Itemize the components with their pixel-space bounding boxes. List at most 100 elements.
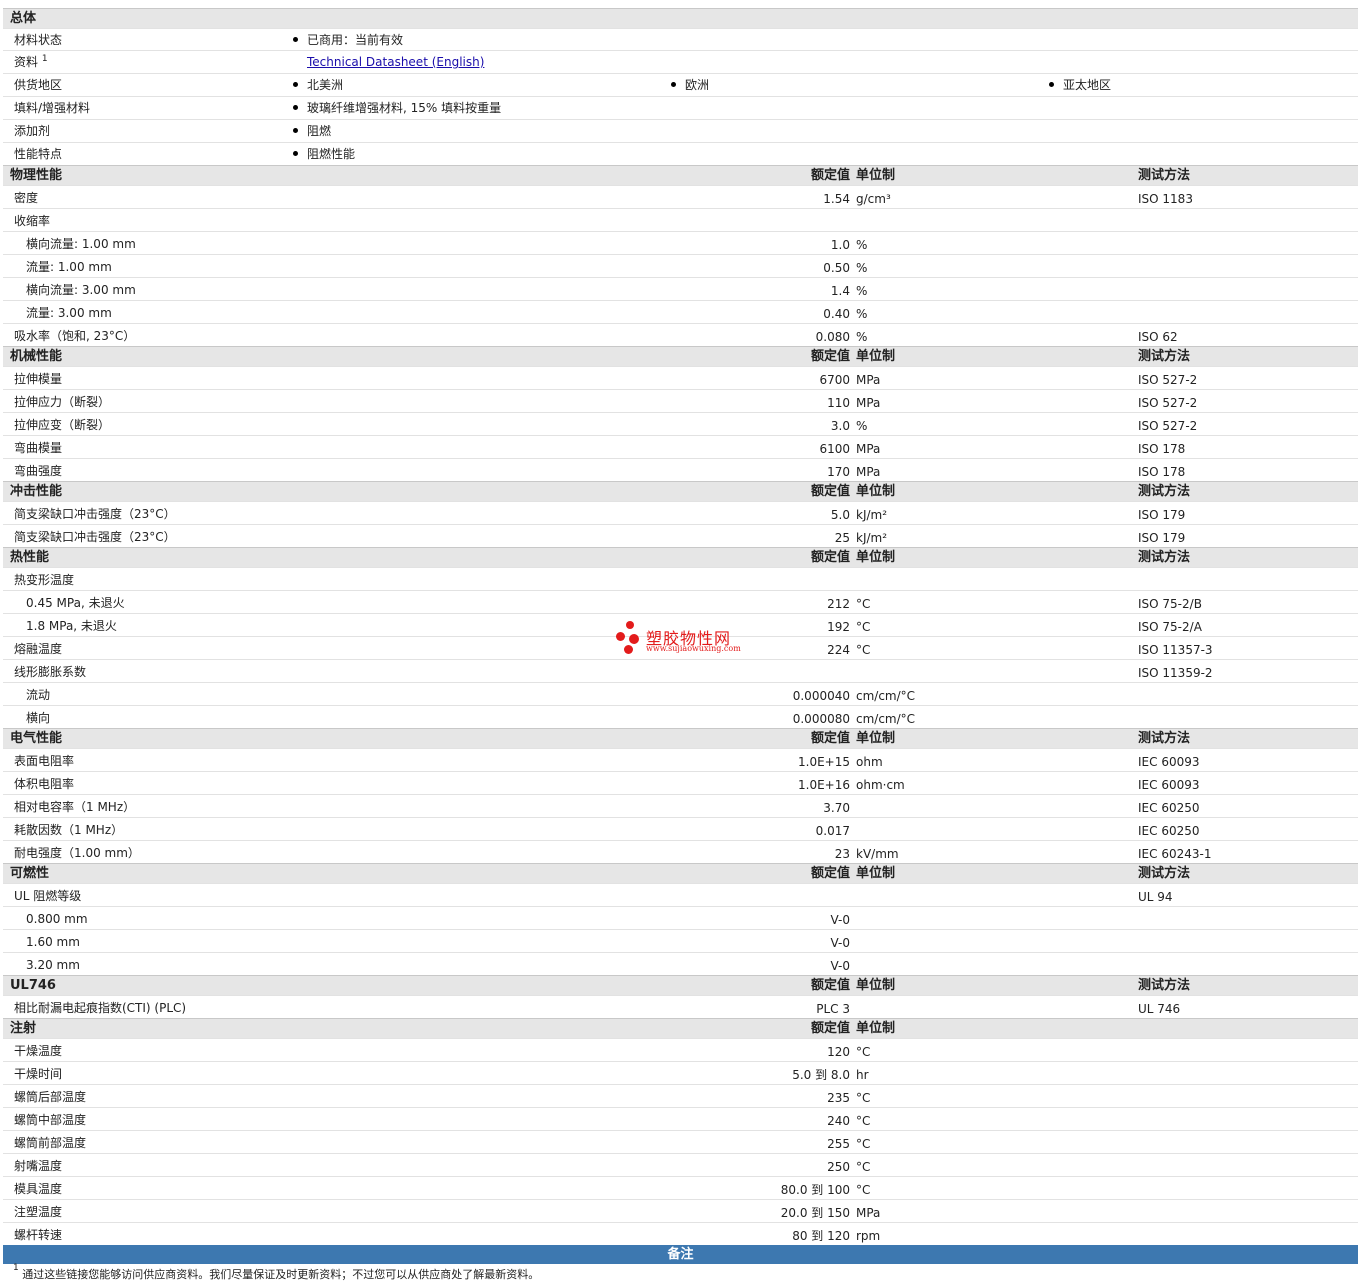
column-header-nominal: 额定值 bbox=[810, 168, 850, 183]
physical-row: 流量: 3.00 mm 0.40% bbox=[3, 300, 1358, 323]
section-title: 物理性能 bbox=[10, 168, 63, 183]
thermal-row: 流动 0.000040 cm/cm/°C bbox=[3, 682, 1358, 705]
physical-row: 横向流量: 1.00 mm 1.0% bbox=[3, 231, 1358, 254]
property-label: 射嘴温度 bbox=[14, 1159, 63, 1173]
section-header-ul746: UL746 额定值 单位制 测试方法 bbox=[3, 975, 1358, 995]
general-row: 填料/增强材料 玻璃纤维增强材料, 15% 填料按重量 bbox=[3, 96, 1358, 119]
footnote-text: 通过这些链接您能够访问供应商资料。我们尽量保证及时更新资料；不过您可以从供应商处… bbox=[22, 1268, 540, 1281]
section-title: 可燃性 bbox=[10, 866, 50, 881]
column-header-method: 测试方法 bbox=[1138, 550, 1191, 565]
property-label: 干燥时间 bbox=[14, 1067, 63, 1081]
electrical-row: 耐电强度（1.00 mm） 23 kV/mm IEC 60243-1 bbox=[3, 840, 1358, 863]
impact-row: 简支梁缺口冲击强度（23°C） 25 kJ/m² ISO 179 bbox=[3, 524, 1358, 547]
mechanical-row: 弯曲模量 6100 MPa ISO 178 bbox=[3, 435, 1358, 458]
column-header-unit: 单位制 bbox=[856, 349, 896, 364]
property-label: 弯曲模量 bbox=[14, 441, 63, 455]
section-header-injection: 注射 额定值 单位制 bbox=[3, 1018, 1358, 1038]
section-title: 总体 bbox=[10, 11, 37, 26]
property-label: 3.20 mm bbox=[26, 958, 80, 972]
section-title: 热性能 bbox=[10, 550, 50, 565]
column-header-method: 测试方法 bbox=[1138, 168, 1191, 183]
watermark-logo: 塑胶物性网 www.sujiaowuxing.com bbox=[616, 621, 756, 661]
property-label: 干燥温度 bbox=[14, 1044, 63, 1058]
watermark-url: www.sujiaowuxing.com bbox=[646, 644, 741, 653]
property-label: 密度 bbox=[14, 191, 39, 205]
thermal-row: 横向 0.000080 cm/cm/°C bbox=[3, 705, 1358, 728]
general-row: 材料状态 已商用：当前有效 bbox=[3, 28, 1358, 50]
physical-row: 横向流量: 3.00 mm 1.4% bbox=[3, 277, 1358, 300]
property-label: 简支梁缺口冲击强度（23°C） bbox=[14, 507, 176, 521]
injection-row: 螺筒中部温度 240 °C bbox=[3, 1107, 1358, 1130]
section-header-general: 总体 bbox=[3, 8, 1358, 28]
section-header-mechanical: 机械性能 额定值 单位制 测试方法 bbox=[3, 346, 1358, 366]
column-header-nominal: 额定值 bbox=[810, 866, 850, 881]
section-header-flammability: 可燃性 额定值 单位制 测试方法 bbox=[3, 863, 1358, 883]
bullet-text: 阻燃性能 bbox=[307, 147, 356, 161]
injection-row: 干燥时间 5.0 到 8.0 hr bbox=[3, 1061, 1358, 1084]
datasheet-link-item: Technical Datasheet (English) bbox=[307, 51, 484, 74]
general-row: 供货地区 北美洲 欧洲 亚太地区 bbox=[3, 73, 1358, 96]
property-label: 螺杆转速 bbox=[14, 1228, 63, 1242]
property-label: 0.45 MPa, 未退火 bbox=[26, 596, 125, 610]
mechanical-row: 拉伸应变（断裂） 3.0% ISO 527-2 bbox=[3, 412, 1358, 435]
injection-row: 螺筒后部温度 235 °C bbox=[3, 1084, 1358, 1107]
section-header-thermal: 热性能 额定值 单位制 测试方法 bbox=[3, 547, 1358, 567]
property-label: 1.60 mm bbox=[26, 935, 80, 949]
bullet-text: 已商用：当前有效 bbox=[307, 33, 404, 47]
injection-row: 螺杆转速 80 到 120 rpm bbox=[3, 1222, 1358, 1245]
thermal-row: 0.45 MPa, 未退火 212 °C ISO 75-2/B bbox=[3, 590, 1358, 613]
ul746-row: 相比耐漏电起痕指数(CTI) (PLC) PLC 3 UL 746 bbox=[3, 995, 1358, 1018]
mechanical-row: 弯曲强度 170 MPa ISO 178 bbox=[3, 458, 1358, 481]
column-header-method: 测试方法 bbox=[1138, 731, 1191, 746]
footnote-mark: 1 bbox=[13, 1263, 19, 1273]
thermal-row: 热变形温度 bbox=[3, 567, 1358, 590]
property-label: 简支梁缺口冲击强度（23°C） bbox=[14, 530, 176, 544]
section-title: 注射 bbox=[10, 1021, 37, 1036]
flammability-row: 0.800 mm V-0 bbox=[3, 906, 1358, 929]
bullet-item: 欧洲 bbox=[671, 74, 709, 97]
property-label: 收缩率 bbox=[14, 214, 51, 228]
section-title: 机械性能 bbox=[10, 349, 63, 364]
flammability-row: 1.60 mm V-0 bbox=[3, 929, 1358, 952]
property-label: 耗散因数（1 MHz） bbox=[14, 823, 124, 837]
bullet-icon bbox=[293, 105, 298, 110]
footnote: 1 通过这些链接您能够访问供应商资料。我们尽量保证及时更新资料；不过您可以从供应… bbox=[13, 1263, 540, 1282]
property-label: 体积电阻率 bbox=[14, 777, 75, 791]
property-label: 拉伸模量 bbox=[14, 372, 63, 386]
flammability-row: UL 阻燃等级 UL 94 bbox=[3, 883, 1358, 906]
general-row: 资料 1 Technical Datasheet (English) bbox=[3, 50, 1358, 73]
property-label: 拉伸应力（断裂） bbox=[14, 395, 111, 409]
property-label: 注塑温度 bbox=[14, 1205, 63, 1219]
property-label: 相比耐漏电起痕指数(CTI) (PLC) bbox=[14, 1001, 187, 1015]
column-header-method: 测试方法 bbox=[1138, 978, 1191, 993]
section-title: UL746 bbox=[10, 978, 56, 993]
bullet-icon bbox=[293, 37, 298, 42]
property-label: 供货地区 bbox=[14, 78, 63, 92]
bullet-text: 欧洲 bbox=[685, 78, 710, 92]
flammability-row: 3.20 mm V-0 bbox=[3, 952, 1358, 975]
bullet-text: 亚太地区 bbox=[1063, 78, 1112, 92]
property-label: 模具温度 bbox=[14, 1182, 63, 1196]
property-label: 吸水率（饱和, 23°C） bbox=[14, 329, 136, 343]
property-label: 拉伸应变（断裂） bbox=[14, 418, 111, 432]
property-label: 资料 1 bbox=[14, 54, 48, 69]
bullet-text: 北美洲 bbox=[307, 78, 344, 92]
physical-row: 密度 1.54 g/cm³ ISO 1183 bbox=[3, 185, 1358, 208]
injection-row: 注塑温度 20.0 到 150 MPa bbox=[3, 1199, 1358, 1222]
section-title: 电气性能 bbox=[10, 731, 63, 746]
impact-row: 简支梁缺口冲击强度（23°C） 5.0 kJ/m² ISO 179 bbox=[3, 501, 1358, 524]
physical-row: 收缩率 bbox=[3, 208, 1358, 231]
bullet-icon bbox=[671, 82, 676, 87]
property-label: UL 阻燃等级 bbox=[14, 889, 82, 903]
column-header-nominal: 额定值 bbox=[810, 978, 850, 993]
electrical-row: 表面电阻率 1.0E+15 ohm IEC 60093 bbox=[3, 748, 1358, 771]
column-header-nominal: 额定值 bbox=[810, 484, 850, 499]
bullet-icon bbox=[293, 128, 298, 133]
property-label: 0.800 mm bbox=[26, 912, 88, 926]
mechanical-row: 拉伸应力（断裂） 110 MPa ISO 527-2 bbox=[3, 389, 1358, 412]
footnote-ref: 1 bbox=[41, 54, 48, 64]
bullet-icon bbox=[293, 82, 298, 87]
column-header-unit: 单位制 bbox=[856, 731, 896, 746]
technical-datasheet-link[interactable]: Technical Datasheet (English) bbox=[307, 55, 484, 69]
property-label: 填料/增强材料 bbox=[14, 101, 91, 115]
